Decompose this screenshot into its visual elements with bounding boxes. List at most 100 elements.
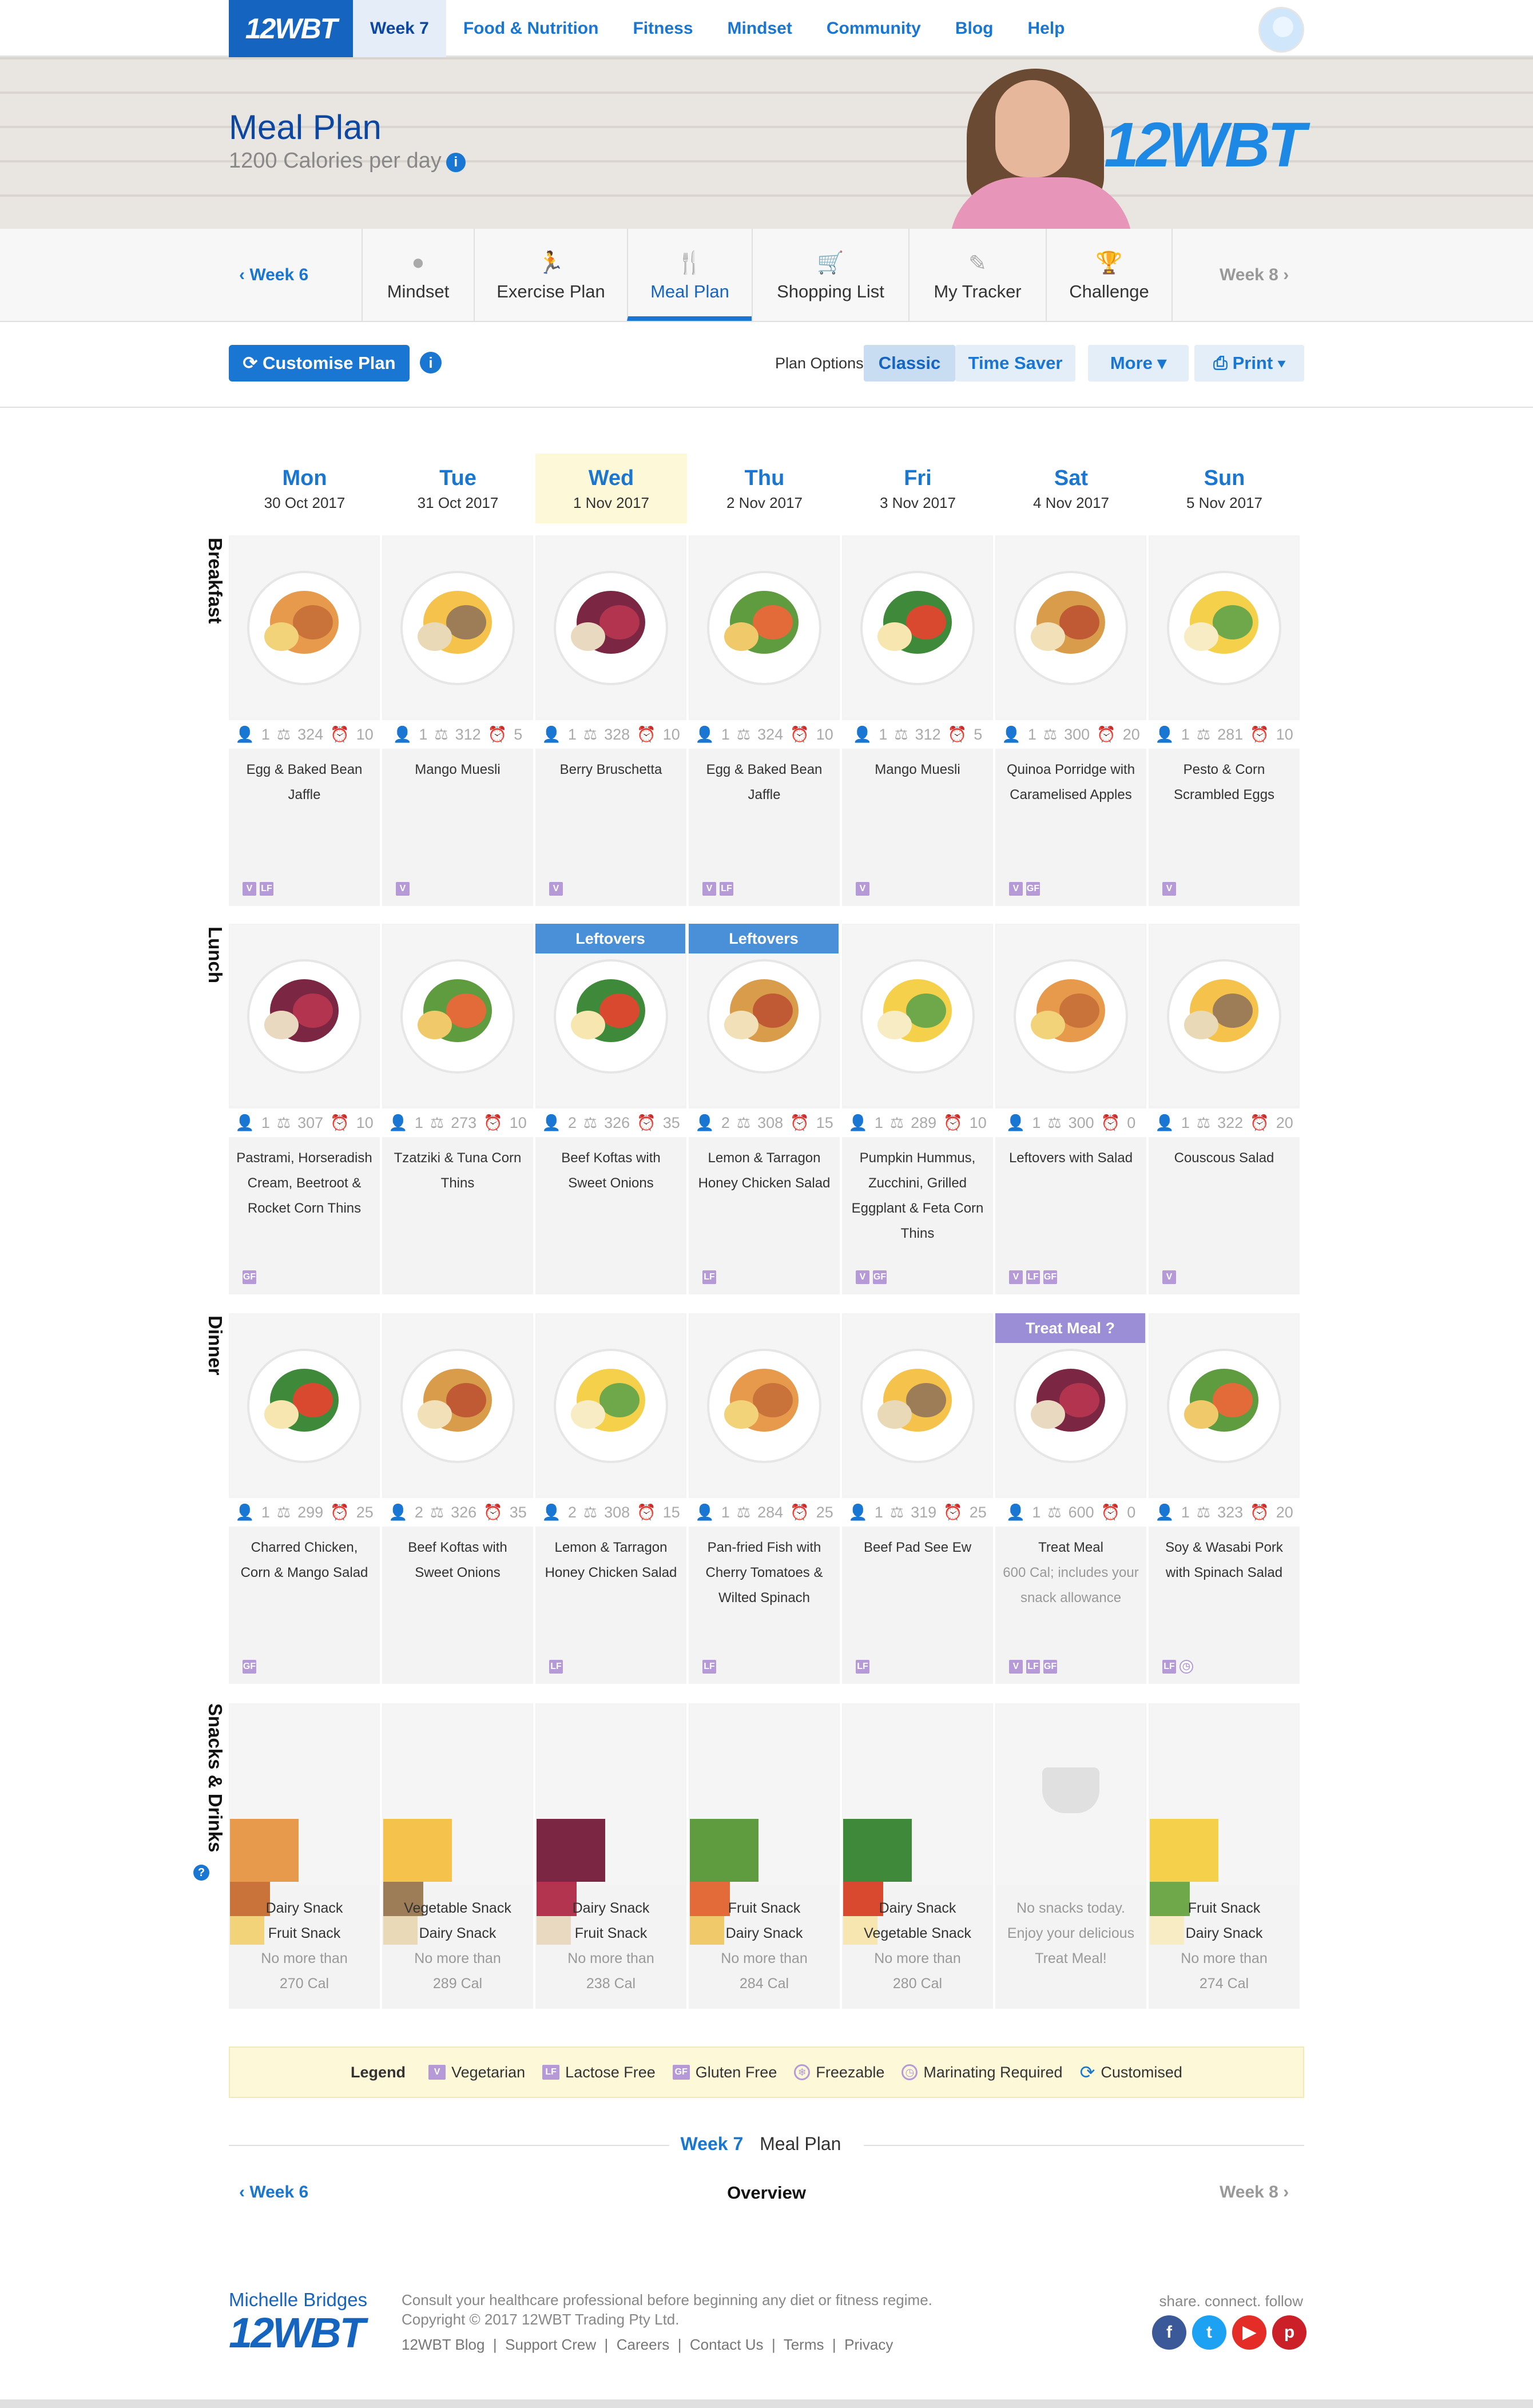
meal-card[interactable]: 👤 2 ⚖ 308 ⏰ 15 Lemon & Tarragon Honey Chicken … bbox=[535, 1313, 686, 1684]
nav-food-nutrition[interactable]: Food & Nutrition bbox=[446, 0, 616, 57]
meal-card[interactable]: 👤 1 ⚖ 289 ⏰ 10 Pumpkin Hummus, Zucchini, Grill… bbox=[842, 924, 993, 1294]
snack-photo[interactable] bbox=[843, 1704, 992, 1945]
snack-photo[interactable] bbox=[537, 1704, 685, 1945]
meal-photo[interactable] bbox=[230, 537, 379, 717]
tab-exercise-plan[interactable]: 🏃 Exercise Plan bbox=[474, 229, 627, 321]
meal-name[interactable]: Soy & Wasabi Pork with Spinach Salad bbox=[1154, 1535, 1294, 1586]
meal-card[interactable]: 👤 1 ⚖ 273 ⏰ 10 Tzatziki & Tuna Corn Thins bbox=[382, 924, 533, 1294]
meal-name[interactable]: Beef Koftas with Sweet Onions bbox=[388, 1535, 527, 1586]
meal-card[interactable]: 👤 1 ⚖ 324 ⏰ 10 Egg & Baked Bean Jaffle V LF bbox=[689, 535, 840, 906]
meal-name[interactable]: Beef Koftas with Sweet Onions bbox=[541, 1146, 681, 1196]
help-icon[interactable]: ? bbox=[193, 1865, 209, 1881]
meal-card[interactable]: 👤 1 ⚖ 300 ⏰ 0 Leftovers with Salad V LF GF bbox=[995, 924, 1146, 1294]
bottom-prev-week-link[interactable]: ‹ Week 6 bbox=[239, 2183, 308, 2202]
youtube-icon[interactable]: ▶ bbox=[1232, 2315, 1266, 2350]
meal-photo[interactable] bbox=[843, 537, 992, 717]
meal-photo[interactable] bbox=[383, 925, 532, 1106]
meal-photo[interactable] bbox=[843, 925, 992, 1106]
meal-card[interactable]: Treat Meal ? 👤 1 ⚖ 600 ⏰ 0 Treat Meal 600 Cal; i… bbox=[995, 1313, 1146, 1684]
meal-photo[interactable] bbox=[1150, 537, 1298, 717]
meal-name[interactable]: Couscous Salad bbox=[1154, 1146, 1294, 1171]
meal-card[interactable]: 👤 1 ⚖ 312 ⏰ 5 Mango Muesli V bbox=[382, 535, 533, 906]
nav-help[interactable]: Help bbox=[1011, 0, 1082, 57]
meal-name[interactable]: Pumpkin Hummus, Zucchini, Grilled Eggpla… bbox=[848, 1146, 987, 1246]
pinterest-icon[interactable]: p bbox=[1272, 2315, 1306, 2350]
info-icon[interactable]: i bbox=[446, 153, 466, 172]
snack-card[interactable]: Dairy Snack Vegetable Snack No more than 28… bbox=[842, 1703, 993, 2009]
overview-link[interactable]: Overview bbox=[709, 2183, 824, 2203]
footer-link-terms[interactable]: Terms bbox=[784, 2336, 824, 2353]
meal-photo[interactable] bbox=[1150, 925, 1298, 1106]
meal-card[interactable]: 👤 1 ⚖ 284 ⏰ 25 Pan-fried Fish with Cherry Toma… bbox=[689, 1313, 840, 1684]
footer-link-contact[interactable]: Contact Us bbox=[690, 2336, 764, 2353]
time-saver-option-button[interactable]: Time Saver bbox=[955, 345, 1075, 382]
meal-name[interactable]: Mango Muesli bbox=[388, 757, 527, 782]
meal-name[interactable]: Lemon & Tarragon Honey Chicken Salad bbox=[694, 1146, 834, 1196]
snack-card[interactable]: No snacks today. Enjoy your delicious Trea… bbox=[995, 1703, 1146, 2009]
snack-photo[interactable] bbox=[690, 1704, 839, 1945]
twitter-icon[interactable]: t bbox=[1192, 2315, 1226, 2350]
info-icon[interactable]: i bbox=[420, 352, 442, 373]
print-dropdown[interactable]: ⎙ Print ▾ bbox=[1194, 345, 1304, 382]
meal-name[interactable]: Treat Meal bbox=[1001, 1535, 1141, 1560]
snack-photo[interactable] bbox=[230, 1704, 379, 1945]
user-avatar[interactable] bbox=[1258, 7, 1304, 53]
nav-week-7[interactable]: Week 7 bbox=[353, 0, 446, 57]
tab-meal-plan[interactable]: 🍴 Meal Plan bbox=[627, 229, 752, 321]
meal-name[interactable]: Charred Chicken, Corn & Mango Salad bbox=[235, 1535, 374, 1586]
meal-card[interactable]: 👤 1 ⚖ 322 ⏰ 20 Couscous Salad V bbox=[1149, 924, 1300, 1294]
next-week-link[interactable]: Week 8 › bbox=[1220, 229, 1289, 321]
meal-photo[interactable] bbox=[690, 1314, 839, 1495]
meal-photo[interactable] bbox=[690, 537, 839, 717]
footer-link-blog[interactable]: 12WBT Blog bbox=[402, 2336, 484, 2353]
meal-card[interactable]: 👤 1 ⚖ 312 ⏰ 5 Mango Muesli V bbox=[842, 535, 993, 906]
meal-photo[interactable] bbox=[996, 537, 1145, 717]
meal-name[interactable]: Pesto & Corn Scrambled Eggs bbox=[1154, 757, 1294, 808]
footer-link-privacy[interactable]: Privacy bbox=[844, 2336, 893, 2353]
more-dropdown[interactable]: More ▾ bbox=[1088, 345, 1189, 382]
snack-photo[interactable] bbox=[383, 1704, 532, 1945]
meal-card[interactable]: 👤 1 ⚖ 300 ⏰ 20 Quinoa Porridge with Caramelise… bbox=[995, 535, 1146, 906]
meal-name[interactable]: Berry Bruschetta bbox=[541, 757, 681, 782]
meal-name[interactable]: Quinoa Porridge with Caramelised Apples bbox=[1001, 757, 1141, 808]
meal-photo[interactable] bbox=[537, 537, 685, 717]
snack-card[interactable]: Vegetable Snack Dairy Snack No more than 28… bbox=[382, 1703, 533, 2009]
footer-link-support[interactable]: Support Crew bbox=[505, 2336, 596, 2353]
nav-mindset[interactable]: Mindset bbox=[710, 0, 809, 57]
footer-link-careers[interactable]: Careers bbox=[617, 2336, 669, 2353]
meal-card[interactable]: 👤 1 ⚖ 323 ⏰ 20 Soy & Wasabi Pork with Spinach … bbox=[1149, 1313, 1300, 1684]
customise-plan-button[interactable]: ⟳ Customise Plan bbox=[229, 345, 410, 382]
meal-photo[interactable] bbox=[996, 925, 1145, 1106]
meal-name[interactable]: Lemon & Tarragon Honey Chicken Salad bbox=[541, 1535, 681, 1586]
meal-photo[interactable] bbox=[537, 1314, 685, 1495]
meal-photo[interactable] bbox=[1150, 1314, 1298, 1495]
classic-option-button[interactable]: Classic bbox=[864, 345, 955, 382]
nav-community[interactable]: Community bbox=[809, 0, 938, 57]
snack-card[interactable]: Fruit Snack Dairy Snack No more than 284 Ca… bbox=[689, 1703, 840, 2009]
tab-shopping-list[interactable]: 🛒 Shopping List bbox=[752, 229, 908, 321]
nav-blog[interactable]: Blog bbox=[938, 0, 1011, 57]
meal-card[interactable]: 👤 2 ⚖ 326 ⏰ 35 Beef Koftas with Sweet Onions bbox=[382, 1313, 533, 1684]
snack-card[interactable]: Dairy Snack Fruit Snack No more than 238 Ca… bbox=[535, 1703, 686, 2009]
meal-name[interactable]: Leftovers with Salad bbox=[1001, 1146, 1141, 1171]
meal-card[interactable]: 👤 1 ⚖ 307 ⏰ 10 Pastrami, Horseradish Cream, Be… bbox=[229, 924, 380, 1294]
meal-photo[interactable] bbox=[230, 925, 379, 1106]
meal-photo[interactable] bbox=[383, 1314, 532, 1495]
tab-mindset[interactable]: ● Mindset bbox=[362, 229, 474, 321]
meal-photo[interactable] bbox=[383, 537, 532, 717]
tab-challenge[interactable]: 🏆 Challenge bbox=[1046, 229, 1173, 321]
meal-card[interactable]: 👤 1 ⚖ 281 ⏰ 10 Pesto & Corn Scrambled Eggs V bbox=[1149, 535, 1300, 906]
meal-photo[interactable] bbox=[230, 1314, 379, 1495]
brand-logo[interactable]: 12WBT bbox=[229, 0, 353, 57]
snack-card[interactable]: Fruit Snack Dairy Snack No more than 274 Ca… bbox=[1149, 1703, 1300, 2009]
tab-my-tracker[interactable]: ✎ My Tracker bbox=[908, 229, 1046, 321]
bottom-next-week-link[interactable]: Week 8 › bbox=[1220, 2183, 1289, 2202]
meal-name[interactable]: Tzatziki & Tuna Corn Thins bbox=[388, 1146, 527, 1196]
meal-name[interactable]: Egg & Baked Bean Jaffle bbox=[235, 757, 374, 808]
prev-week-link[interactable]: ‹ Week 6 bbox=[239, 229, 308, 321]
meal-name[interactable]: Egg & Baked Bean Jaffle bbox=[694, 757, 834, 808]
meal-name[interactable]: Pan-fried Fish with Cherry Tomatoes & Wi… bbox=[694, 1535, 834, 1611]
snack-photo[interactable] bbox=[996, 1704, 1145, 1885]
footer-brand-logo[interactable]: 12WBT bbox=[229, 2308, 366, 2357]
meal-name[interactable]: Mango Muesli bbox=[848, 757, 987, 782]
